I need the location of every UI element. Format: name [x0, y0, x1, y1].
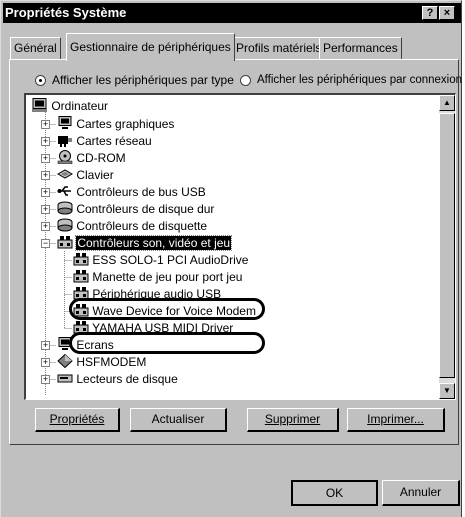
tree-item-disk-drives[interactable]: Lecteurs de disque	[57, 371, 178, 388]
highlight-oval-yamaha-midi	[69, 332, 265, 354]
computer-icon	[32, 98, 47, 112]
tab-device-manager[interactable]: Gestionnaire de périphériques	[66, 33, 235, 61]
expand-icon[interactable]: +	[41, 222, 50, 231]
monitor-icon	[58, 116, 72, 129]
scroll-down-icon[interactable]: ▼	[439, 383, 455, 399]
tree-scrollbar[interactable]: ▲ ▼	[439, 95, 455, 399]
cdrom-icon	[57, 150, 73, 165]
scroll-up-icon[interactable]: ▲	[439, 95, 455, 111]
cancel-button[interactable]: Annuler	[382, 480, 460, 506]
tree-item-sound[interactable]: Contrôleurs son, vidéo et jeu	[57, 235, 233, 252]
expand-icon[interactable]: +	[41, 137, 50, 146]
tab-performance[interactable]: Performances	[319, 37, 402, 59]
tree-item-sound-label: Contrôleurs son, vidéo et jeu	[75, 235, 233, 251]
sound-device-icon	[73, 253, 89, 266]
usb-icon	[57, 186, 71, 196]
sound-device-icon	[57, 236, 73, 249]
collapse-icon[interactable]: −	[41, 239, 50, 248]
hard-disk-icon	[57, 201, 73, 215]
expand-icon[interactable]: +	[41, 375, 50, 384]
tree-child-ess-solo[interactable]: ESS SOLO-1 PCI AudioDrive	[73, 252, 248, 269]
tree-item-hard-disk[interactable]: Contrôleurs de disque dur	[57, 201, 214, 218]
scroll-thumb[interactable]	[439, 113, 455, 378]
tree-item-cdrom[interactable]: CD-ROM	[57, 150, 126, 167]
diamond-icon	[57, 353, 73, 369]
tab-general[interactable]: Général	[10, 37, 61, 59]
help-button[interactable]: ?	[422, 6, 438, 20]
tab-device-manager-label: Gestionnaire de périphériques	[70, 40, 231, 54]
expand-icon[interactable]: +	[41, 205, 50, 214]
properties-button[interactable]: Propriétés	[35, 408, 120, 432]
device-tree[interactable]: Ordinateur + Cartes graphiques + Cartes …	[24, 93, 456, 400]
tree-item-hsfmodem[interactable]: HSFMODEM	[57, 353, 146, 371]
sound-device-icon	[73, 270, 89, 283]
tab-hardware-profiles[interactable]: Profils matériels	[232, 37, 326, 59]
tree-root-row[interactable]: Ordinateur	[32, 98, 108, 115]
expand-icon[interactable]: +	[41, 154, 50, 163]
tree-item-floppy[interactable]: Contrôleurs de disquette	[57, 218, 207, 235]
expand-icon[interactable]: +	[41, 341, 50, 350]
tree-child-gameport[interactable]: Manette de jeu pour port jeu	[73, 269, 242, 286]
tree-item-keyboard[interactable]: Clavier	[56, 167, 114, 184]
highlight-oval-usb-audio	[69, 298, 265, 320]
ok-button[interactable]: OK	[291, 480, 378, 506]
close-button[interactable]: ×	[439, 6, 455, 20]
title-bar[interactable]: Propriétés Système ? ×	[3, 3, 461, 23]
keyboard-icon	[56, 169, 74, 179]
expand-icon[interactable]: +	[41, 120, 50, 129]
radio-by-type[interactable]	[35, 75, 46, 86]
print-button[interactable]: Imprimer...	[347, 408, 445, 432]
tree-root-label: Ordinateur	[51, 99, 109, 113]
window-title: Propriétés Système	[5, 5, 127, 20]
floppy-icon	[57, 218, 73, 232]
expand-icon[interactable]: +	[41, 171, 50, 180]
radio-by-connection-label[interactable]: Afficher les périphériques par connexion	[257, 73, 462, 87]
expand-icon[interactable]: +	[41, 188, 50, 197]
remove-button[interactable]: Supprimer	[247, 408, 339, 432]
tree-item-network[interactable]: Cartes réseau	[57, 133, 152, 150]
refresh-button[interactable]: Actualiser	[130, 408, 227, 432]
expand-icon[interactable]: +	[41, 358, 50, 367]
radio-by-connection[interactable]	[240, 75, 251, 86]
disk-drive-icon	[57, 374, 73, 383]
tree-item-graphics[interactable]: Cartes graphiques	[57, 116, 174, 133]
radio-by-type-label[interactable]: Afficher les périphériques par type	[52, 73, 234, 87]
network-card-icon	[58, 136, 72, 147]
tree-item-usb[interactable]: Contrôleurs de bus USB	[57, 184, 206, 201]
